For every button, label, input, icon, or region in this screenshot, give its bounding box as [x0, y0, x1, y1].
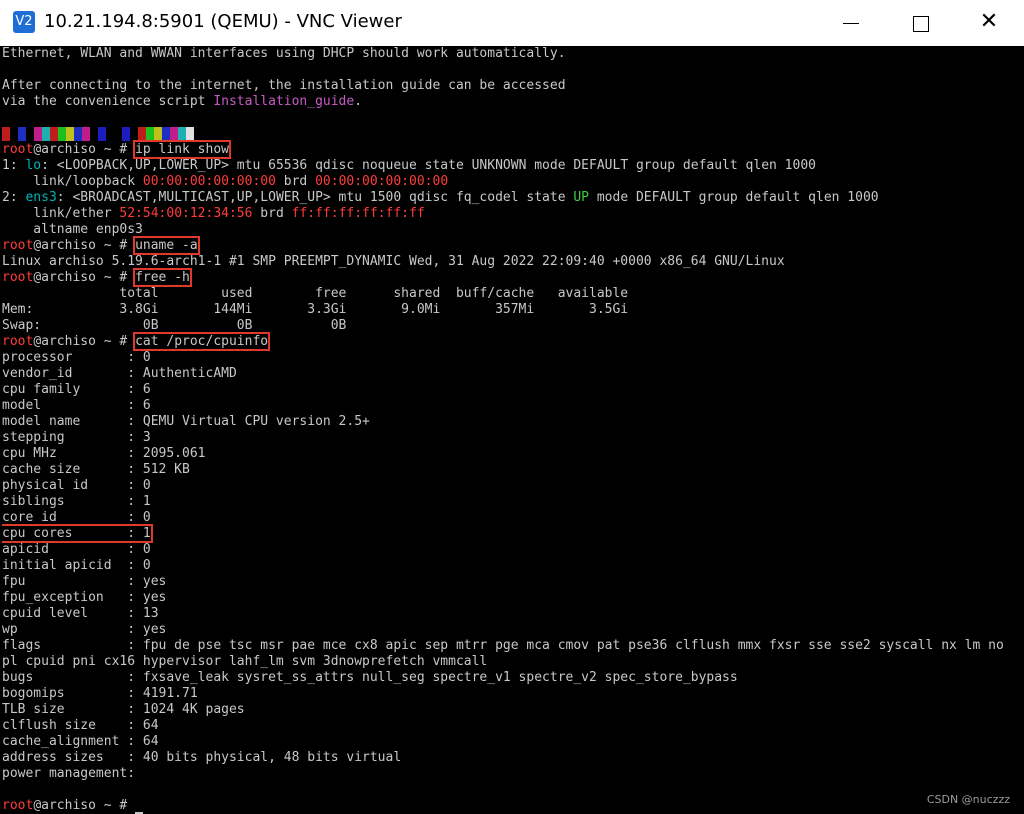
- terminal-line: power management:: [2, 766, 136, 781]
- color-block: [186, 127, 194, 141]
- color-block: [50, 127, 58, 141]
- color-block: [42, 127, 50, 141]
- terminal-line: Ethernet, WLAN and WWAN interfaces using…: [2, 46, 566, 61]
- color-block: [154, 127, 162, 141]
- terminal-line: initial apicid : 0: [2, 558, 151, 573]
- terminal-line: model name : QEMU Virtual CPU version 2.…: [2, 414, 370, 429]
- terminal-line: core id : 0: [2, 510, 151, 525]
- terminal-line: fpu_exception : yes: [2, 590, 167, 605]
- color-block: [122, 127, 130, 141]
- color-block: [10, 127, 18, 141]
- terminal-line: model : 6: [2, 398, 151, 413]
- maximize-button[interactable]: [886, 0, 956, 46]
- close-icon: ✕: [979, 9, 999, 34]
- color-block: [58, 127, 66, 141]
- terminal-line: link/loopback 00:00:00:00:00:00 brd 00:0…: [2, 174, 449, 189]
- terminal-line: 2: ens3: <BROADCAST,MULTICAST,UP,LOWER_U…: [2, 190, 879, 205]
- terminal-line: physical id : 0: [2, 478, 151, 493]
- watermark: CSDN @nuczzz: [926, 793, 1010, 806]
- color-block: [114, 127, 122, 141]
- command-text: uname -a: [133, 236, 200, 255]
- terminal-line: siblings : 1: [2, 494, 151, 509]
- terminal-line: cache_alignment : 64: [2, 734, 159, 749]
- terminal-line: cpu family : 6: [2, 382, 151, 397]
- vnc-viewer-app-icon: V2: [13, 11, 35, 33]
- color-block: [66, 127, 74, 141]
- color-block: [18, 127, 26, 141]
- color-block: [90, 127, 98, 141]
- color-block: [74, 127, 82, 141]
- terminal-line: address sizes : 40 bits physical, 48 bit…: [2, 750, 402, 765]
- command-text: cat /proc/cpuinfo: [133, 332, 271, 351]
- terminal-line: 1: lo: <LOOPBACK,UP,LOWER_UP> mtu 65536 …: [2, 158, 816, 173]
- terminal-line: root@archiso ~ # free -h: [2, 268, 192, 287]
- color-block: [146, 127, 154, 141]
- color-block: [34, 127, 42, 141]
- terminal-output[interactable]: Ethernet, WLAN and WWAN interfaces using…: [2, 46, 1024, 814]
- window-titlebar[interactable]: V2 10.21.194.8:5901 (QEMU) - VNC Viewer …: [0, 0, 1024, 46]
- color-block: [2, 127, 10, 141]
- color-block: [138, 127, 146, 141]
- color-block: [178, 127, 186, 141]
- terminal-line: Linux archiso 5.19.6-arch1-1 #1 SMP PREE…: [2, 254, 785, 269]
- terminal-line: bugs : fxsave_leak sysret_ss_attrs null_…: [2, 670, 738, 685]
- terminal-line: processor : 0: [2, 350, 151, 365]
- terminal-line: TLB size : 1024 4K pages: [2, 702, 245, 717]
- color-block: [106, 127, 114, 141]
- terminal-line: root@archiso ~ # uname -a: [2, 236, 200, 255]
- terminal-line: apicid : 0: [2, 542, 151, 557]
- terminal-line: wp : yes: [2, 622, 167, 637]
- terminal-line: root@archiso ~ # ip link show: [2, 140, 231, 159]
- minimize-icon: [843, 23, 859, 24]
- terminal-line: cpu cores : 1: [2, 524, 153, 543]
- terminal-line: flags : fpu de pse tsc msr pae mce cx8 a…: [2, 638, 1004, 653]
- terminal-line: root@archiso ~ # cat /proc/cpuinfo: [2, 332, 271, 351]
- terminal-line: cpuid level : 13: [2, 606, 159, 621]
- terminal-line: root@archiso ~ #: [2, 798, 1024, 814]
- color-block: [98, 127, 106, 141]
- terminal-line: bogomips : 4191.71: [2, 686, 198, 701]
- maximize-icon: [913, 16, 929, 32]
- command-text: ip link show: [133, 140, 231, 159]
- command-text: free -h: [133, 268, 192, 287]
- color-test-blocks: [2, 126, 1024, 142]
- terminal-line: After connecting to the internet, the in…: [2, 78, 566, 93]
- terminal-line: cpu MHz : 2095.061: [2, 446, 206, 461]
- terminal-line: fpu : yes: [2, 574, 167, 589]
- color-block: [170, 127, 178, 141]
- terminal-line: clflush size : 64: [2, 718, 159, 733]
- terminal-line: Swap: 0B 0B 0B: [2, 318, 347, 333]
- terminal-line: altname enp0s3: [2, 222, 143, 237]
- terminal-line: total used free shared buff/cache availa…: [2, 286, 629, 301]
- color-block: [26, 127, 34, 141]
- terminal-line: pl cpuid pni cx16 hypervisor lahf_lm svm…: [2, 654, 488, 669]
- terminal-line: via the convenience script Installation_…: [2, 94, 363, 109]
- terminal-line: stepping : 3: [2, 430, 151, 445]
- terminal-line: link/ether 52:54:00:12:34:56 brd ff:ff:f…: [2, 206, 425, 221]
- color-block: [130, 127, 138, 141]
- window-title: 10.21.194.8:5901 (QEMU) - VNC Viewer: [44, 11, 402, 32]
- close-button[interactable]: ✕: [954, 0, 1024, 46]
- minimize-button[interactable]: [816, 0, 886, 46]
- terminal-line: Mem: 3.8Gi 144Mi 3.3Gi 9.0Mi 357Mi 3.5Gi: [2, 302, 629, 317]
- terminal-line: cache size : 512 KB: [2, 462, 190, 477]
- terminal-line: vendor_id : AuthenticAMD: [2, 366, 237, 381]
- color-block: [82, 127, 90, 141]
- color-block: [162, 127, 170, 141]
